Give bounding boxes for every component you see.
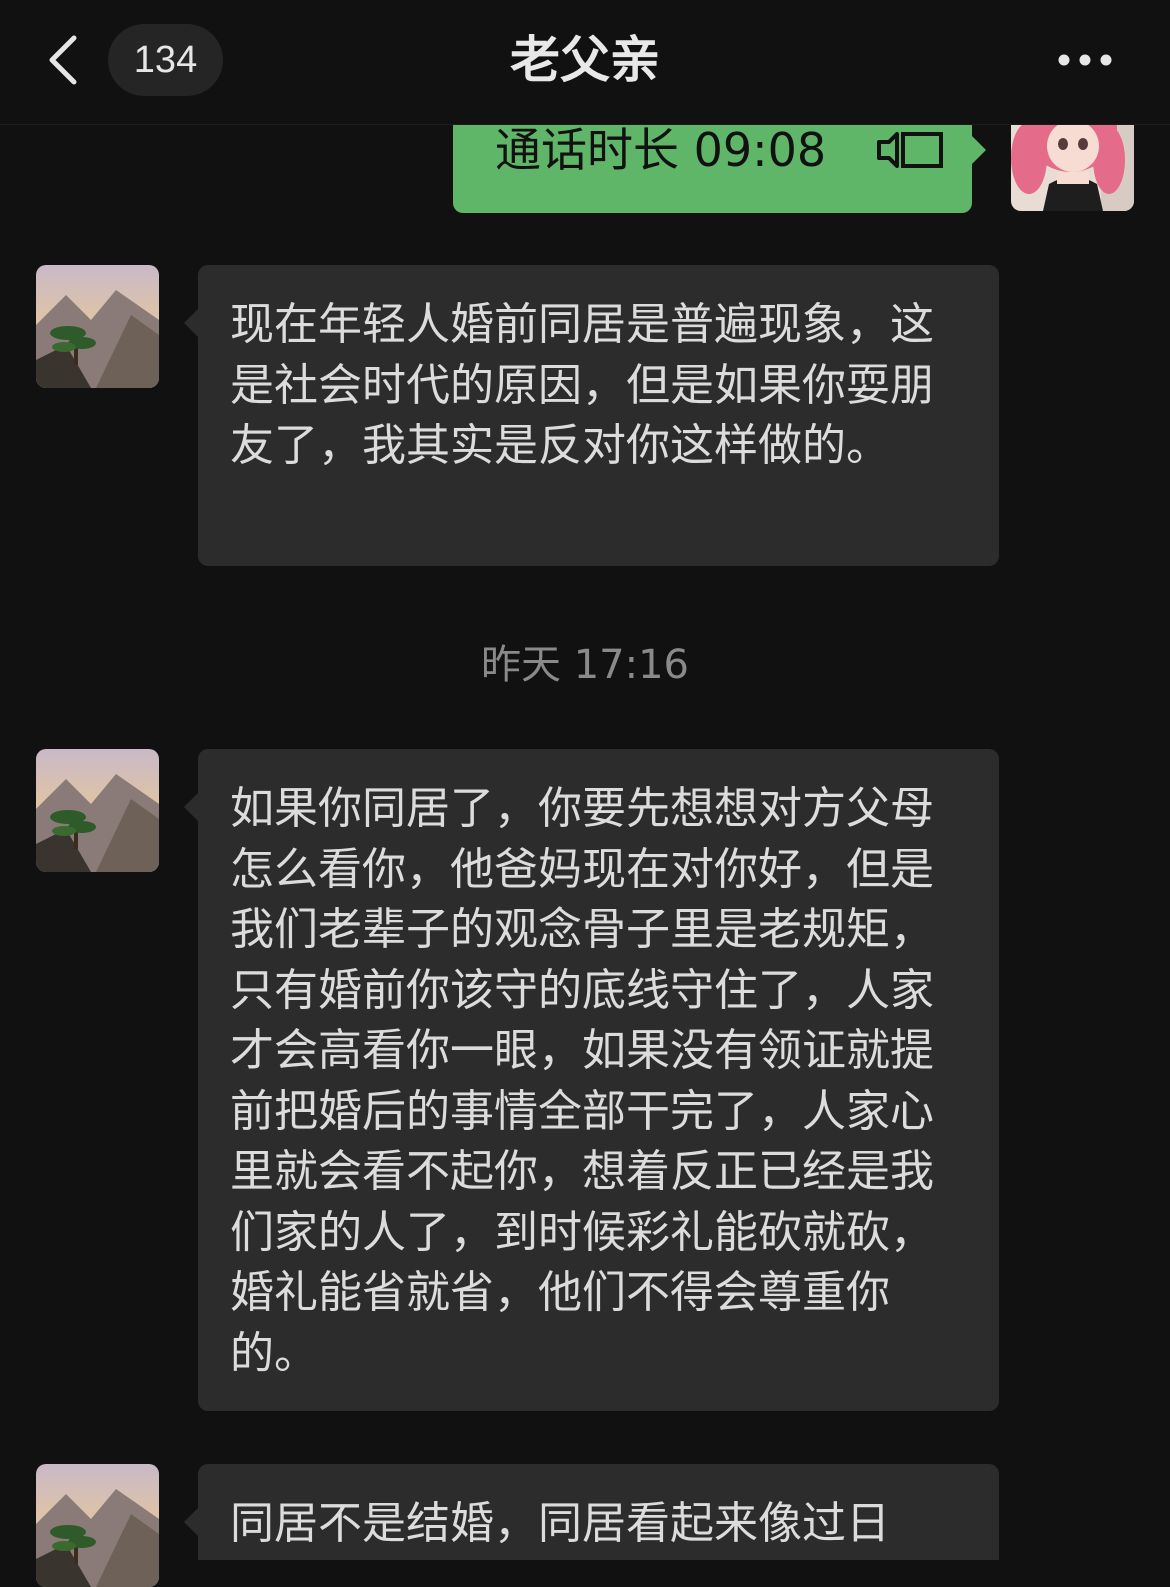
mountain-pine-avatar-image <box>36 265 159 388</box>
timestamp-divider: 昨天 17:16 <box>481 642 689 688</box>
message-bubble[interactable]: 如果你同居了，你要先想想对方父母怎么看你，他爸妈现在对你好，但是我们老辈子的观念… <box>184 749 999 1411</box>
chat-title: 老父亲 <box>510 31 660 89</box>
contact-avatar[interactable] <box>36 1464 159 1587</box>
contact-avatar[interactable] <box>36 749 159 872</box>
contact-avatar[interactable] <box>36 265 159 388</box>
call-duration-text: 通话时长 09:08 <box>495 123 827 177</box>
mountain-pine-avatar-image <box>36 1464 159 1587</box>
more-dots-icon <box>1058 54 1112 66</box>
more-button[interactable] <box>1050 40 1120 80</box>
message-bubble[interactable]: 同居不是结婚，同居看起来像过日 <box>184 1464 999 1560</box>
chat-header: 134 老父亲 <box>0 0 1170 125</box>
message-bubble[interactable]: 现在年轻人婚前同居是普遍现象，这是社会时代的原因，但是如果你耍朋友了，我其实是反… <box>184 265 999 566</box>
voice-call-icon <box>877 132 943 168</box>
mountain-pine-avatar-image <box>36 749 159 872</box>
